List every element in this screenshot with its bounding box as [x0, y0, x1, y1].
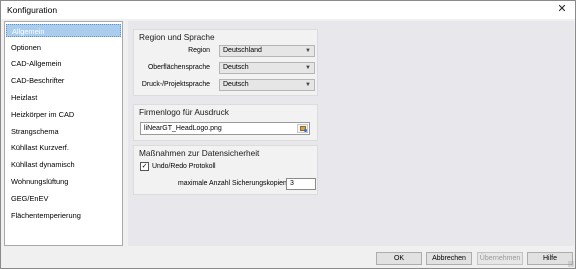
chevron-down-icon: ▼ — [305, 82, 311, 88]
sidebar-item-cad-beschrifter[interactable]: CAD-Beschrifter — [6, 74, 121, 87]
region-select-value: Deutschland — [223, 47, 262, 54]
sidebar-item-strangschema[interactable]: Strangschema — [6, 125, 121, 138]
company-logo-group: Firmenlogo für Ausdruck liNearGT_HeadLog… — [133, 104, 318, 141]
settings-panel: Region und Sprache Region Deutschland ▼ … — [128, 21, 574, 246]
sidebar-item-kuehllast-dynamisch[interactable]: Kühllast dynamisch — [6, 158, 121, 171]
sidebar-item-wohnungslueftung[interactable]: Wohnungslüftung — [6, 175, 121, 188]
logo-file-value: liNearGT_HeadLogo.png — [144, 125, 222, 132]
image-browse-icon[interactable] — [297, 124, 308, 133]
undo-redo-checkbox[interactable]: ✓ — [140, 162, 149, 171]
group-title: Maßnahmen zur Datensicherheit — [139, 148, 260, 158]
group-title: Firmenlogo für Ausdruck — [139, 107, 229, 117]
print-language-label: Druck-/Projektsprache — [141, 81, 210, 88]
sidebar-item-allgemein[interactable]: Allgemein — [6, 24, 121, 37]
sidebar-item-flaechentemperierung[interactable]: Flächentemperierung — [6, 209, 121, 222]
region-select[interactable]: Deutschland ▼ — [219, 45, 315, 57]
region-label: Region — [188, 47, 210, 54]
ui-language-label: Oberflächensprache — [147, 64, 210, 71]
category-list: Allgemein Optionen CAD-Allgemein CAD-Bes… — [4, 21, 123, 246]
sidebar-item-heizlast[interactable]: Heizlast — [6, 91, 121, 104]
configuration-window: Konfiguration ✕ Allgemein Optionen CAD-A… — [0, 0, 576, 269]
resize-grip-icon[interactable] — [568, 261, 574, 267]
logo-file-field[interactable]: liNearGT_HeadLogo.png — [140, 122, 310, 135]
chevron-down-icon: ▼ — [305, 65, 311, 71]
sidebar-item-heizkoerper-cad[interactable]: Heizkörper im CAD — [6, 108, 121, 121]
data-safety-group: Maßnahmen zur Datensicherheit ✓ Undo/Red… — [133, 145, 318, 195]
ok-button[interactable]: OK — [376, 252, 422, 265]
chevron-down-icon: ▼ — [305, 48, 311, 54]
ui-language-select-value: Deutsch — [223, 64, 249, 71]
sidebar-item-optionen[interactable]: Optionen — [6, 41, 121, 54]
backup-copies-input[interactable]: 3 — [286, 178, 316, 190]
sidebar-item-geg-enev[interactable]: GEG/EnEV — [6, 192, 121, 205]
ui-language-select[interactable]: Deutsch ▼ — [219, 62, 315, 74]
group-title: Region und Sprache — [139, 32, 215, 42]
help-button[interactable]: Hilfe — [527, 252, 573, 265]
browse-dot-icon — [304, 129, 307, 132]
print-language-select[interactable]: Deutsch ▼ — [219, 79, 315, 91]
button-bar: OK Abbrechen Übernehmen Hilfe — [1, 248, 575, 268]
cancel-button[interactable]: Abbrechen — [426, 252, 472, 265]
print-language-select-value: Deutsch — [223, 81, 249, 88]
undo-redo-label: Undo/Redo Protokoll — [152, 163, 216, 170]
window-title: Konfiguration — [7, 5, 58, 15]
region-language-group: Region und Sprache Region Deutschland ▼ … — [133, 29, 318, 96]
apply-button[interactable]: Übernehmen — [477, 252, 523, 265]
title-bar: Konfiguration ✕ — [1, 1, 575, 19]
backup-copies-label: maximale Anzahl Sicherungskopien — [178, 180, 287, 187]
close-icon[interactable]: ✕ — [555, 3, 569, 15]
sidebar-item-cad-allgemein[interactable]: CAD-Allgemein — [6, 57, 121, 70]
sidebar-item-kuehllast-kurzverf[interactable]: Kühllast Kurzverf. — [6, 141, 121, 154]
